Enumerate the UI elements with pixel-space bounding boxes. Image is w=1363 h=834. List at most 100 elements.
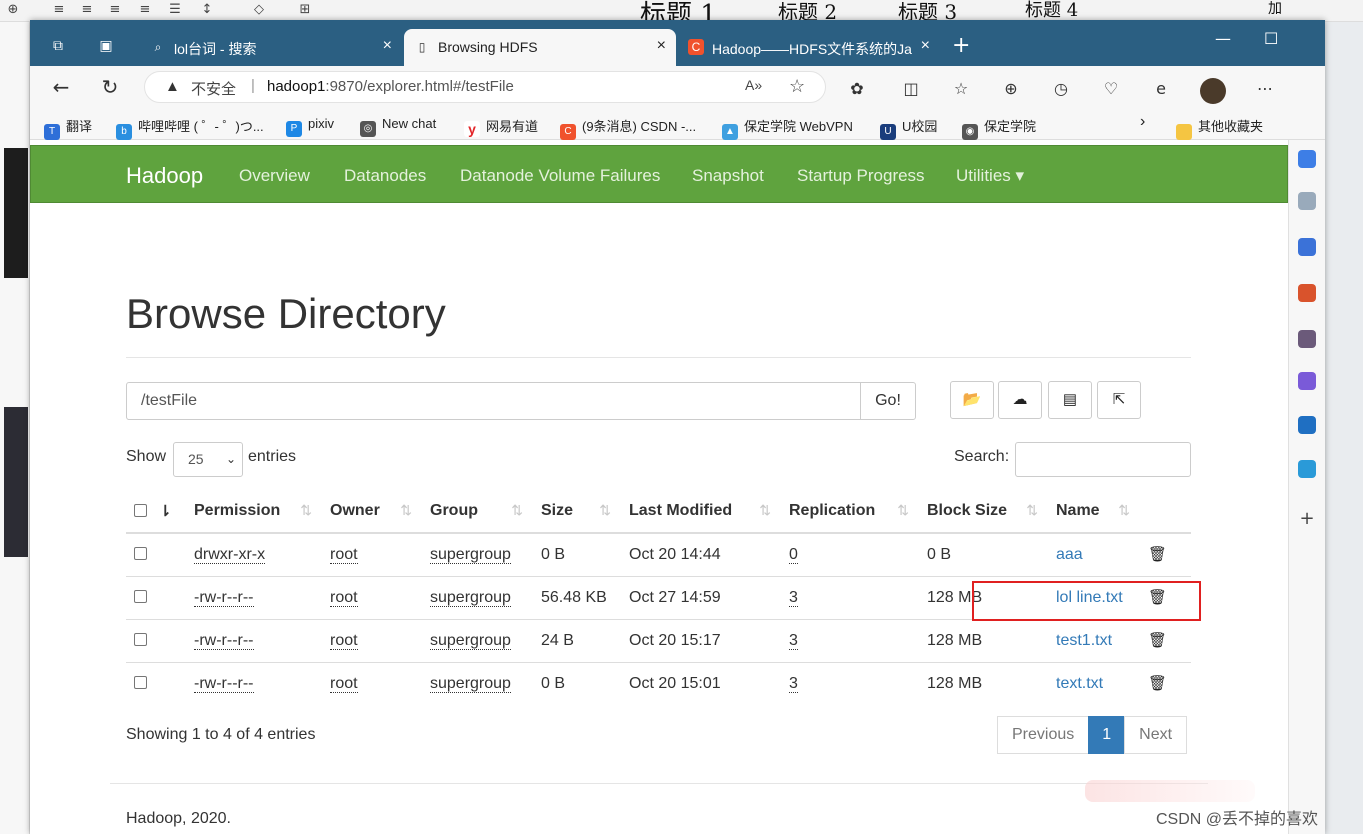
name-cell[interactable]: test1.txt <box>1048 618 1140 662</box>
replication-cell[interactable]: 3 <box>781 575 919 619</box>
collections-icon[interactable]: ⊕ <box>1000 78 1022 100</box>
bookmark-webvpn[interactable]: ▲ 保定学院 WebVPN <box>722 116 853 140</box>
group-cell[interactable]: supergroup <box>422 661 533 705</box>
col-name[interactable]: Name ⇅ <box>1048 490 1140 534</box>
row-checkbox[interactable] <box>134 546 147 560</box>
upload-button[interactable]: ☁ <box>998 381 1042 419</box>
trash-icon[interactable]: 🗑 <box>1148 675 1167 692</box>
bell-icon[interactable] <box>1298 150 1316 168</box>
profile-avatar[interactable] <box>1200 78 1226 104</box>
performance-icon[interactable]: ♡ <box>1100 78 1122 100</box>
file-name-link[interactable]: test1.txt <box>1056 632 1112 649</box>
bookmark-csdn[interactable]: C (9条消息) CSDN -... <box>560 116 696 140</box>
bookmark-u-campus[interactable]: U U校园 <box>880 116 937 140</box>
refresh-button[interactable]: ↻ <box>97 74 123 100</box>
nav-volume-failures[interactable]: Datanode Volume Failures <box>460 166 660 186</box>
close-icon[interactable]: × <box>383 37 392 55</box>
search-input[interactable] <box>1015 442 1191 477</box>
bookmark-youdao[interactable]: y 网易有道 <box>464 116 538 137</box>
chevron-right-icon[interactable]: › <box>1140 113 1145 131</box>
col-owner[interactable]: Owner ⇅ <box>322 490 422 534</box>
bookmark-pixiv[interactable]: Ppixiv <box>286 116 334 137</box>
more-icon[interactable]: ⋯ <box>1254 78 1276 100</box>
select-all-checkbox[interactable] <box>134 503 147 517</box>
name-cell[interactable]: text.txt <box>1048 661 1140 705</box>
previous-page-button[interactable]: Previous <box>997 716 1090 754</box>
replication-cell[interactable]: 0 <box>781 532 919 576</box>
outlook-icon[interactable] <box>1298 416 1316 434</box>
send-icon[interactable] <box>1298 460 1316 478</box>
go-button[interactable]: Go! <box>860 382 916 420</box>
owner-cell[interactable]: root <box>322 532 422 576</box>
history-icon[interactable]: ◷ <box>1050 78 1072 100</box>
permission-cell[interactable]: drwxr-xr-x <box>186 532 322 576</box>
group-cell[interactable]: supergroup <box>422 532 533 576</box>
col-permission[interactable]: Permission ⇅ <box>186 490 322 534</box>
sort-icon[interactable]: ⇂ <box>159 503 172 520</box>
nav-datanodes[interactable]: Datanodes <box>344 166 426 186</box>
file-name-link[interactable]: aaa <box>1056 546 1083 563</box>
copilot-icon[interactable] <box>1298 372 1316 390</box>
nav-overview[interactable]: Overview <box>239 166 310 186</box>
edge-icon[interactable]: e <box>1150 78 1172 100</box>
row-checkbox[interactable] <box>134 675 147 689</box>
tab-browsing-hdfs[interactable]: ▯ Browsing HDFS × <box>404 29 676 66</box>
bookmark-other-folder[interactable]: ▬ 其他收藏夹 <box>1176 116 1263 140</box>
bookmark-translate[interactable]: T 翻译 <box>44 116 92 140</box>
cut-paste-button[interactable]: ▤ <box>1048 381 1092 419</box>
group-cell[interactable]: supergroup <box>422 575 533 619</box>
close-icon[interactable]: × <box>921 37 930 55</box>
read-aloud-icon[interactable]: A» <box>745 77 762 93</box>
toolbox-icon[interactable] <box>1298 284 1316 302</box>
move-button[interactable]: ⇱ <box>1097 381 1141 419</box>
permission-cell[interactable]: -rw-r--r-- <box>186 618 322 662</box>
file-name-link[interactable]: text.txt <box>1056 675 1103 692</box>
favorites-icon[interactable]: ☆ <box>950 78 972 100</box>
entries-select[interactable]: 25 ⌄ <box>173 442 243 477</box>
col-replication[interactable]: Replication ⇅ <box>781 490 919 534</box>
hadoop-brand[interactable]: Hadoop <box>126 163 203 189</box>
owner-cell[interactable]: root <box>322 661 422 705</box>
next-page-button[interactable]: Next <box>1124 716 1188 754</box>
col-block-size[interactable]: Block Size ⇅ <box>919 490 1048 534</box>
col-group[interactable]: Group ⇅ <box>422 490 533 534</box>
row-checkbox[interactable] <box>134 589 147 603</box>
permission-cell[interactable]: -rw-r--r-- <box>186 575 322 619</box>
tab-search[interactable]: ⌕ lol台词 - 搜索 × <box>140 29 402 66</box>
extensions-icon[interactable]: ✿ <box>846 78 868 100</box>
new-tab-button[interactable]: + <box>952 35 970 57</box>
search-icon[interactable] <box>1298 192 1316 210</box>
bookmark-bilibili[interactable]: b 哔哩哔哩 ( ゜- ゜)つ... <box>116 116 264 140</box>
group-cell[interactable]: supergroup <box>422 618 533 662</box>
bookmark-new-chat[interactable]: ◎ New chat <box>360 116 436 137</box>
name-cell[interactable]: aaa <box>1048 532 1140 576</box>
page-1-button[interactable]: 1 <box>1088 716 1126 754</box>
address-bar[interactable]: ▲ 不安全 | hadoop1:9870/explorer.html#/test… <box>144 71 826 103</box>
owner-cell[interactable]: root <box>322 618 422 662</box>
replication-cell[interactable]: 3 <box>781 661 919 705</box>
close-icon[interactable]: × <box>657 37 666 55</box>
nav-snapshot[interactable]: Snapshot <box>692 166 764 186</box>
add-icon[interactable]: + <box>1298 510 1316 528</box>
minimize-button[interactable]: — <box>1215 29 1231 48</box>
replication-cell[interactable]: 3 <box>781 618 919 662</box>
back-button[interactable]: ← <box>48 74 74 100</box>
favorite-star-icon[interactable]: ☆ <box>789 76 805 97</box>
nav-startup-progress[interactable]: Startup Progress <box>797 166 925 186</box>
split-screen-icon[interactable]: ◫ <box>900 78 922 100</box>
permission-cell[interactable]: -rw-r--r-- <box>186 661 322 705</box>
maximize-button[interactable]: ☐ <box>1264 29 1278 48</box>
tab-actions-icon[interactable]: ▣ <box>96 36 116 56</box>
nav-utilities-dropdown[interactable]: Utilities ▾ <box>956 166 1024 186</box>
games-icon[interactable] <box>1298 330 1316 348</box>
create-directory-button[interactable]: 📂 <box>950 381 994 419</box>
trash-icon[interactable]: 🗑 <box>1148 546 1167 563</box>
bookmark-baoding[interactable]: ◉ 保定学院 <box>962 116 1036 140</box>
tag-icon[interactable] <box>1298 238 1316 256</box>
col-last-modified[interactable]: Last Modified ⇅ <box>621 490 781 534</box>
owner-cell[interactable]: root <box>322 575 422 619</box>
workspaces-icon[interactable]: ⧉ <box>48 36 68 56</box>
directory-path-input[interactable] <box>126 382 861 420</box>
trash-icon[interactable]: 🗑 <box>1148 632 1167 649</box>
row-checkbox[interactable] <box>134 632 147 646</box>
